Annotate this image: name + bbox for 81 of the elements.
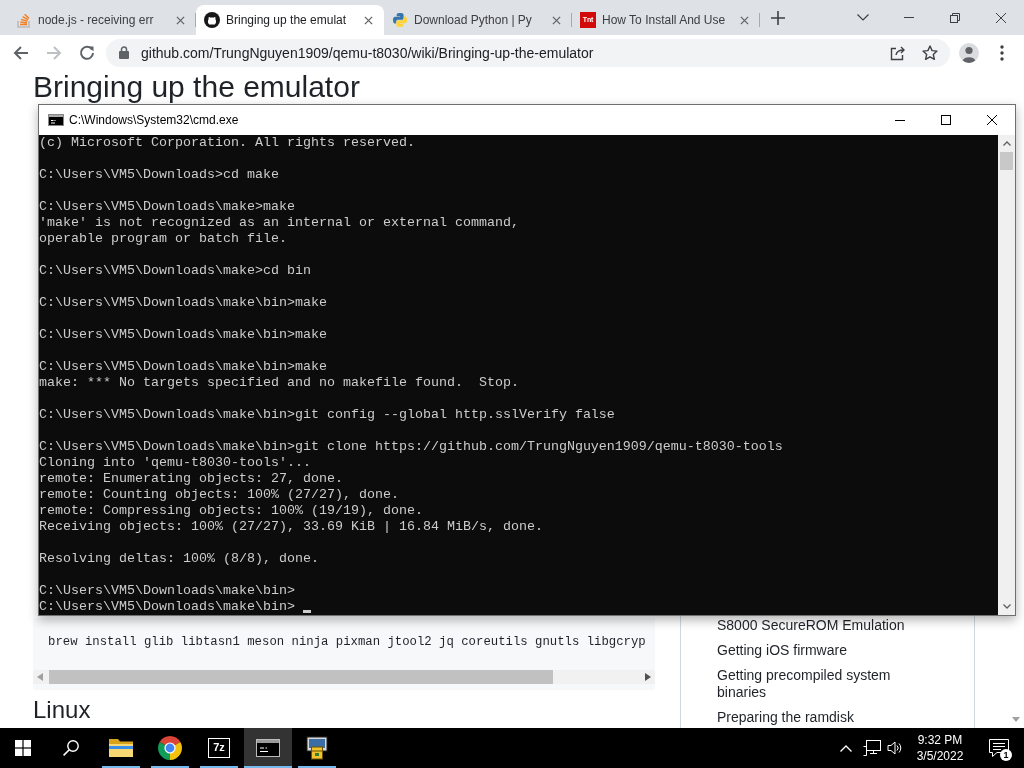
- console-line: remote: Compressing objects: 100% (19/19), done.: [39, 503, 423, 518]
- taskbar-app-button[interactable]: [244, 728, 292, 768]
- star-icon: [922, 44, 938, 61]
- console-line: Resolving deltas: 100% (8/8), done.: [39, 551, 319, 566]
- speech-bubble-icon: [989, 739, 1009, 757]
- console-line: operable program or batch file.: [39, 231, 287, 246]
- console-line: C:\Users\VM5\Downloads\make\bin>git config --global http.sslVerify false: [39, 407, 615, 422]
- sidebar-link[interactable]: Preparing the ramdisk: [717, 709, 907, 726]
- code-text: brew install glib libtasn1 meson ninja pixman jtool2 jq coreutils gnutls libgcryp: [48, 634, 646, 650]
- console-line: C:\Users\VM5\Downloads\make\bin>: [39, 599, 295, 614]
- scroll-down-icon[interactable]: [1012, 717, 1020, 722]
- start-icon: [15, 740, 31, 756]
- window-title: C:\Windows\System32\cmd.exe: [69, 113, 239, 127]
- stack-icon: [16, 12, 32, 28]
- console-line: remote: Counting objects: 100% (27/27), done.: [39, 487, 399, 502]
- console-line: C:\Users\VM5\Downloads\make\bin>make: [39, 295, 327, 310]
- sidebar-link[interactable]: Getting iOS firmware: [717, 642, 907, 659]
- section-heading: Linux: [33, 696, 91, 724]
- snake-logo-icon: [392, 12, 408, 28]
- notification-count: 1: [1000, 749, 1012, 761]
- search-icon: [63, 740, 79, 756]
- browser-tab[interactable]: Bringing up the emulat: [196, 5, 384, 35]
- console-line: (c) Microsoft Corporation. All rights reserved.: [39, 135, 415, 150]
- console-line: C:\Users\VM5\Downloads\make\bin>git clone https://github.com/TrungNguyen1909/qemu-t8030-tools: [39, 439, 783, 454]
- url-text: github.com/TrungNguyen1909/qemu-t8030/wiki/Bringing-up-the-emulator: [141, 44, 594, 61]
- close-icon: [739, 15, 749, 25]
- restore-icon: [950, 12, 960, 23]
- arrow-right-icon: [46, 44, 62, 61]
- arrow-left-icon: [13, 44, 29, 61]
- console-line: Receiving objects: 100% (27/27), 33.69 KiB | 16.84 MiB/s, done.: [39, 519, 543, 534]
- console-line: Cloning into 'qemu-t8030-tools'...: [39, 455, 311, 470]
- console-line: C:\Users\VM5\Downloads>cd make: [39, 167, 279, 182]
- close-icon: [363, 15, 373, 25]
- maximize-icon: [941, 115, 951, 125]
- plus-icon: [771, 11, 785, 25]
- person-icon: [959, 42, 979, 63]
- scroll-right-icon[interactable]: [645, 673, 651, 681]
- browser-tab[interactable]: node.js - receiving err: [8, 5, 196, 35]
- console-line: C:\Users\VM5\Downloads\make\bin>make: [39, 327, 327, 342]
- close-icon: [175, 15, 185, 25]
- console-line: 'make' is not recognized as an internal or external command,: [39, 215, 519, 230]
- page-title: Bringing up the emulator: [33, 71, 360, 103]
- scroll-down-icon[interactable]: [1002, 604, 1011, 609]
- console-line: C:\Users\VM5\Downloads\make\bin>: [39, 583, 295, 598]
- ring-logo-icon: [158, 736, 182, 760]
- kebab-menu-icon: [1000, 44, 1004, 61]
- console-line: C:\Users\VM5\Downloads\make\bin>make: [39, 359, 327, 374]
- scrollbar-thumb[interactable]: [49, 670, 553, 684]
- sidebar-link[interactable]: Getting precompiled system binaries: [717, 667, 907, 701]
- lock-icon: [119, 46, 129, 59]
- minimize-icon: [895, 119, 905, 121]
- computer-box-icon: [305, 736, 329, 760]
- scrollbar-thumb[interactable]: [1000, 152, 1013, 170]
- close-icon: [996, 12, 1006, 23]
- close-icon: [551, 15, 561, 25]
- console-line: remote: Enumerating objects: 27, done.: [39, 471, 343, 486]
- console-line: make: *** No targets specified and no makefile found. Stop.: [39, 375, 519, 390]
- address-bar[interactable]: github.com/TrungNguyen1909/qemu-t8030/wiki/Bringing-up-the-emulator: [106, 38, 950, 67]
- console-line: C:\Users\VM5\Downloads\make>cd bin: [39, 263, 311, 278]
- console-icon: [48, 114, 64, 126]
- browser-tab[interactable]: Download Python | Py: [384, 5, 572, 35]
- console-icon: [256, 739, 280, 757]
- clock-date: 3/5/2022: [916, 748, 964, 764]
- clock-time: 9:32 PM: [917, 732, 963, 748]
- reload-icon: [79, 44, 95, 61]
- chevron-down-icon: [857, 14, 869, 21]
- chevron-up-icon: [840, 744, 852, 752]
- scroll-up-icon[interactable]: [1002, 141, 1011, 146]
- network-icon: [863, 740, 881, 756]
- folder-icon: [109, 738, 133, 758]
- speaker-icon: [887, 740, 903, 756]
- app-logo: 7z: [208, 738, 230, 758]
- sidebar-link[interactable]: S8000 SecureROM Emulation: [717, 617, 907, 634]
- horizontal-scrollbar[interactable]: [33, 670, 655, 684]
- notification-button[interactable]: 1: [984, 728, 1014, 768]
- share-icon: [890, 44, 906, 61]
- vertical-scrollbar[interactable]: [998, 135, 1015, 615]
- cat-logo-icon: [204, 12, 220, 28]
- minimize-icon: [904, 17, 914, 18]
- close-icon: [987, 115, 997, 125]
- console-line: C:\Users\VM5\Downloads\make>make: [39, 199, 295, 214]
